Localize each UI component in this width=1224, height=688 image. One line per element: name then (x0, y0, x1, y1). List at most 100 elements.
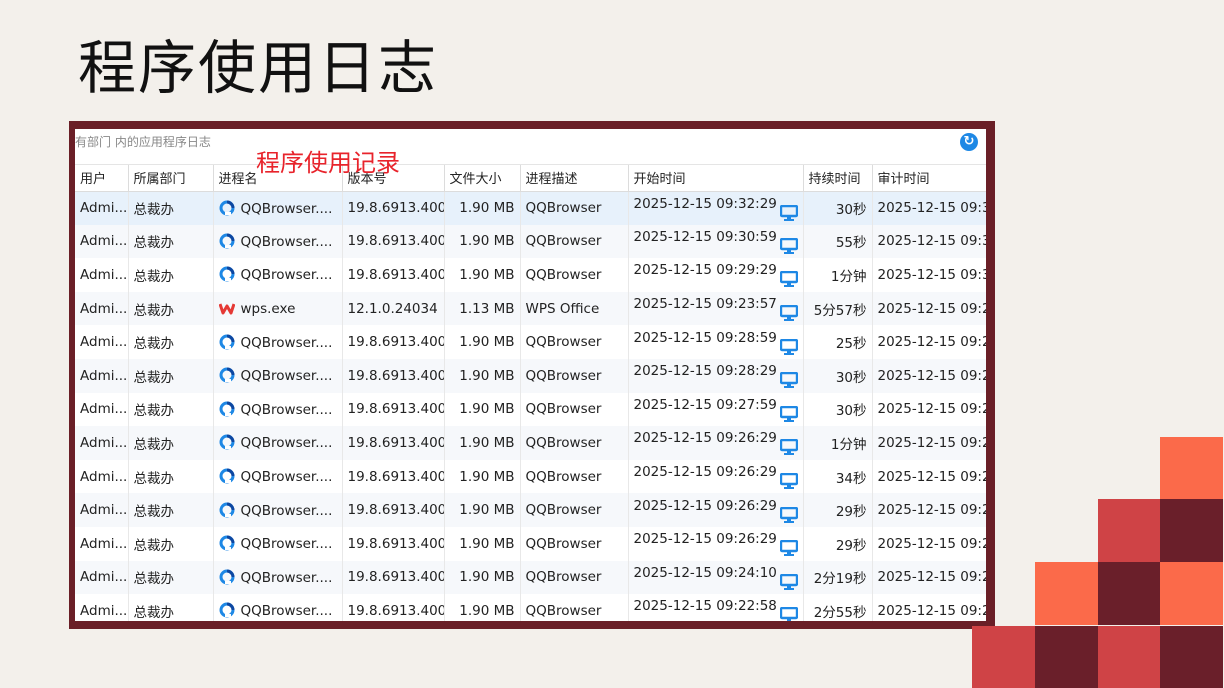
table-row[interactable]: Admi... 总裁办 QQBrowser.... 19.8.6913.400 1.90… (75, 325, 986, 359)
refresh-icon[interactable]: ↻ (960, 133, 978, 151)
file-size-cell-text: 1.90 MB (459, 200, 515, 217)
version-cell: 19.8.6913.400 (342, 594, 445, 621)
description-cell-text: QQBrowser (525, 434, 602, 451)
department-cell: 总裁办 (128, 358, 214, 393)
monitor-icon[interactable] (779, 271, 798, 288)
department-cell: 总裁办 (128, 526, 214, 561)
audit-time-cell-text: 2025-12-15 09:27 (877, 535, 987, 552)
file-size-cell-text: 1.13 MB (459, 300, 515, 317)
table-row[interactable]: Admi... 总裁办 QQBrowser.... 19.8.6913.400 1.90… (75, 560, 986, 595)
table-row[interactable]: Admi... 总裁办 QQBrowser.... 19.8.6913.400 1.90… (75, 594, 986, 621)
column-header[interactable]: 用户 (75, 165, 129, 192)
audit-time-cell: 2025-12-15 09:29 (872, 325, 986, 359)
version-cell: 19.8.6913.400 (342, 358, 445, 393)
monitor-icon[interactable] (779, 338, 798, 355)
column-header[interactable]: 所属部门 (128, 165, 214, 192)
process-name-cell-text: QQBrowser.... (240, 603, 333, 620)
duration-cell: 2分19秒 (803, 560, 873, 595)
qqbrowser-icon (219, 502, 235, 518)
process-name-cell: QQBrowser.... (213, 560, 343, 595)
file-size-cell: 1.90 MB (444, 392, 521, 427)
start-time-cell: 2025-12-15 09:24:10 (628, 560, 804, 595)
department-cell: 总裁办 (128, 258, 214, 292)
audit-time-cell-text: 2025-12-15 09:27 (877, 502, 987, 519)
monitor-icon[interactable] (779, 573, 798, 590)
department-cell-text: 总裁办 (133, 604, 175, 621)
audit-time-cell-text: 2025-12-15 09:27 (877, 434, 987, 451)
table-row[interactable]: Admi... 总裁办 QQBrowser.... 19.8.6913.400 1.90… (75, 493, 986, 527)
start-time-cell: 2025-12-15 09:29:29 (628, 258, 804, 292)
decorative-square (1098, 626, 1161, 688)
version-cell-text: 19.8.6913.400 (347, 401, 444, 418)
table-row[interactable]: Admi... 总裁办 QQBrowser.... 19.8.6913.400 1.90… (75, 392, 986, 427)
audit-time-cell: 2025-12-15 09:33 (872, 191, 986, 225)
monitor-icon[interactable] (779, 204, 798, 221)
start-time-cell-text: 2025-12-15 09:28:29 (633, 363, 777, 380)
monitor-icon[interactable] (779, 405, 798, 422)
audit-time-cell-text: 2025-12-15 09:33 (877, 200, 987, 217)
monitor-icon[interactable] (779, 439, 798, 456)
table-row[interactable]: Admi... 总裁办 QQBrowser.... 19.8.6913.400 1.90… (75, 459, 986, 494)
department-cell-text: 总裁办 (133, 369, 175, 386)
process-name-cell-text: QQBrowser.... (240, 200, 333, 217)
process-name-cell-text: QQBrowser.... (240, 502, 333, 519)
column-header[interactable]: 审计时间 (872, 165, 986, 192)
log-table: 用户 所属部门 进程名 版本号 文件大小 进程描述 开始时间 持续时间 审计时间 Admi...… (75, 165, 986, 621)
wps-icon (218, 300, 235, 316)
monitor-icon[interactable] (779, 304, 798, 322)
audit-time-cell: 2025-12-15 09:28 (872, 392, 986, 427)
user-cell: Admi... (75, 258, 129, 292)
file-size-cell-text: 1.90 MB (459, 569, 515, 586)
start-time-cell-text: 2025-12-15 09:24:10 (633, 564, 777, 581)
process-name-cell-text: QQBrowser.... (240, 233, 333, 250)
decorative-square (1160, 562, 1223, 625)
duration-cell-text: 29秒 (835, 537, 867, 554)
audit-time-cell-text: 2025-12-15 09:30 (877, 266, 987, 283)
duration-cell-text: 30秒 (835, 202, 867, 219)
description-cell: WPS Office (520, 291, 629, 326)
column-header[interactable]: 开始时间 (628, 165, 804, 192)
version-cell: 19.8.6913.400 (342, 258, 445, 292)
window-topbar: 有部门 内的应用程序日志 ↻ (75, 129, 986, 165)
table-row[interactable]: Admi... 总裁办 QQBrowser.... 19.8.6913.400 1.90… (75, 258, 986, 292)
monitor-icon[interactable] (779, 372, 798, 389)
duration-cell: 30秒 (803, 392, 873, 427)
table-row[interactable]: Admi... 总裁办 QQBrowser.... 19.8.6913.400 1.90… (75, 224, 986, 259)
monitor-icon[interactable] (779, 607, 798, 621)
process-name-cell: QQBrowser.... (213, 526, 343, 561)
start-time-cell-text: 2025-12-15 09:22:58 (633, 598, 777, 615)
description-cell: QQBrowser (520, 392, 629, 427)
audit-time-cell: 2025-12-15 09:27 (872, 426, 986, 460)
column-header[interactable]: 进程描述 (520, 165, 629, 192)
monitor-icon[interactable] (779, 540, 798, 557)
file-size-cell-text: 1.90 MB (459, 266, 515, 283)
user-cell: Admi... (75, 493, 129, 527)
monitor-icon[interactable] (779, 237, 798, 254)
audit-time-cell-text: 2025-12-15 09:29 (877, 300, 987, 317)
table-caption: 有部门 内的应用程序日志 (75, 135, 211, 149)
start-time-cell-text: 2025-12-15 09:26:29 (633, 430, 777, 447)
table-row[interactable]: Admi... 总裁办 QQBrowser.... 19.8.6913.400 1.90… (75, 426, 986, 460)
monitor-icon[interactable] (779, 472, 798, 490)
monitor-icon[interactable] (779, 506, 798, 523)
description-cell-text: QQBrowser (525, 233, 602, 250)
qqbrowser-icon (219, 200, 235, 216)
column-header[interactable]: 文件大小 (444, 165, 521, 192)
column-header[interactable]: 持续时间 (803, 165, 873, 192)
table-row[interactable]: Admi... 总裁办 wps.exe 12.1.0.24034 1.13 MB WPS … (75, 291, 987, 326)
app-window: 有部门 内的应用程序日志 ↻ 程序使用记录 用户 所属部门 进程名 版本号 文件大小 进程… (75, 129, 986, 621)
audit-time-cell: 2025-12-15 09:26 (872, 560, 986, 595)
file-size-cell-text: 1.90 MB (459, 434, 515, 451)
user-cell-text: Admi... (80, 468, 128, 485)
duration-cell: 34秒 (803, 459, 873, 494)
table-row[interactable]: Admi... 总裁办 QQBrowser.... 19.8.6913.400 1.90… (75, 358, 986, 393)
user-cell-text: Admi... (80, 401, 128, 418)
table-row[interactable]: Admi... 总裁办 QQBrowser.... 19.8.6913.400 1.90… (75, 191, 986, 225)
version-cell-text: 19.8.6913.400 (347, 367, 444, 384)
version-cell-text: 19.8.6913.400 (347, 468, 444, 485)
process-name-cell: QQBrowser.... (213, 325, 343, 359)
table-row[interactable]: Admi... 总裁办 QQBrowser.... 19.8.6913.400 1.90… (75, 526, 987, 561)
department-cell-text: 总裁办 (133, 537, 175, 554)
duration-cell-text: 1分钟 (830, 268, 867, 285)
user-cell-text: Admi... (80, 266, 128, 283)
